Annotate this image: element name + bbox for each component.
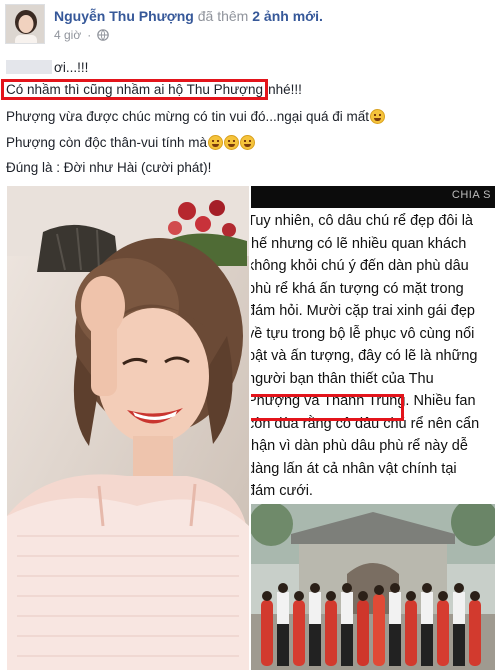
post-line-3: Phượng vừa được chúc mừng có tin vui đó.… [6, 107, 386, 126]
article-line: thận vì dàn phù dâu phù rể này dễ [251, 438, 468, 454]
post-header: Nguyễn Thu Phượng đã thêm 2 ảnh mới. 4 g… [0, 0, 495, 50]
blurred-name [6, 60, 52, 74]
photo-count-link[interactable]: 2 ảnh mới. [252, 8, 323, 24]
post-line-5: Đúng là : Đời như Hài (cười phát)! [6, 158, 211, 177]
post-photo-selfie[interactable] [7, 186, 249, 670]
laughing-emoji-icon [208, 135, 224, 150]
post-line-4: Phượng còn độc thân-vui tính mà [6, 133, 256, 152]
article-line: đám cưới. [251, 483, 313, 499]
article-line: người bạn thân thiết của Thu [251, 370, 434, 387]
highlighted-phrase: Có nhầm thì cũng nhầm ai hộ Thu Phượng [1, 79, 269, 100]
laughing-emoji-icon [224, 135, 240, 150]
post-line-2: Có nhầm thì cũng nhầm ai hộ Thu Phượng nh… [1, 79, 302, 100]
share-label: CHIA S [451, 189, 491, 201]
article-line: đám hỏi. Mười cặp trai xinh gái đẹp [251, 303, 475, 319]
post-timestamp[interactable]: 4 giờ [54, 27, 81, 43]
avatar-photo [6, 5, 44, 43]
article-line: không khỏi chú ý đến dàn phù dâu [251, 258, 469, 274]
article-line: bật và ấn tượng, đây có lẽ là những [251, 348, 478, 364]
article-line: thế nhưng có lẽ nhiều quan khách [251, 235, 467, 252]
article-text: Tuy nhiên, cô dâu chú rể đẹp đôi là thế … [251, 210, 479, 503]
post-line-5-text: Đúng là : Đời như Hài (cười phát)! [6, 160, 212, 175]
post-title: Nguyễn Thu Phượng đã thêm 2 ảnh mới. [54, 7, 323, 25]
author-name-link[interactable]: Nguyễn Thu Phượng [54, 8, 194, 24]
article-line: Tuy nhiên, cô dâu chú rể đẹp đôi là [251, 213, 473, 229]
article-line: về tựu trong bộ lễ phục vô cùng nổi [251, 325, 475, 342]
post-line-2-rest: nhé!!! [268, 82, 302, 97]
article-line: dàng lấn át cả nhân vật chính tại [251, 460, 457, 477]
meta-separator: · [87, 28, 92, 42]
laughing-emoji-icon [240, 135, 256, 150]
wedding-group-photo [251, 504, 495, 670]
post-line-1: ơi...!!! [6, 58, 88, 77]
post-line-1-text: ơi...!!! [54, 60, 89, 75]
post-meta: 4 giờ · [54, 27, 110, 43]
post-line-4-text: Phượng còn độc thân-vui tính mà [6, 135, 208, 150]
article-snippet: Tuy nhiên, cô dâu chú rể đẹp đôi là thế … [251, 208, 495, 510]
article-line: phù rể khá ấn tượng có mặt trong [251, 280, 464, 297]
post-photo-article[interactable]: CHIA S Tuy nhiên, cô dâu chú rể đẹp đôi … [251, 186, 495, 670]
author-avatar[interactable] [5, 4, 45, 44]
selfie-illustration [7, 186, 249, 670]
globe-icon[interactable] [97, 29, 110, 41]
article-highlight-box [251, 394, 404, 421]
laughing-emoji-icon [370, 109, 386, 124]
post-action-text: đã thêm [197, 8, 249, 24]
post-line-3-text: Phượng vừa được chúc mừng có tin vui đó.… [6, 109, 370, 124]
